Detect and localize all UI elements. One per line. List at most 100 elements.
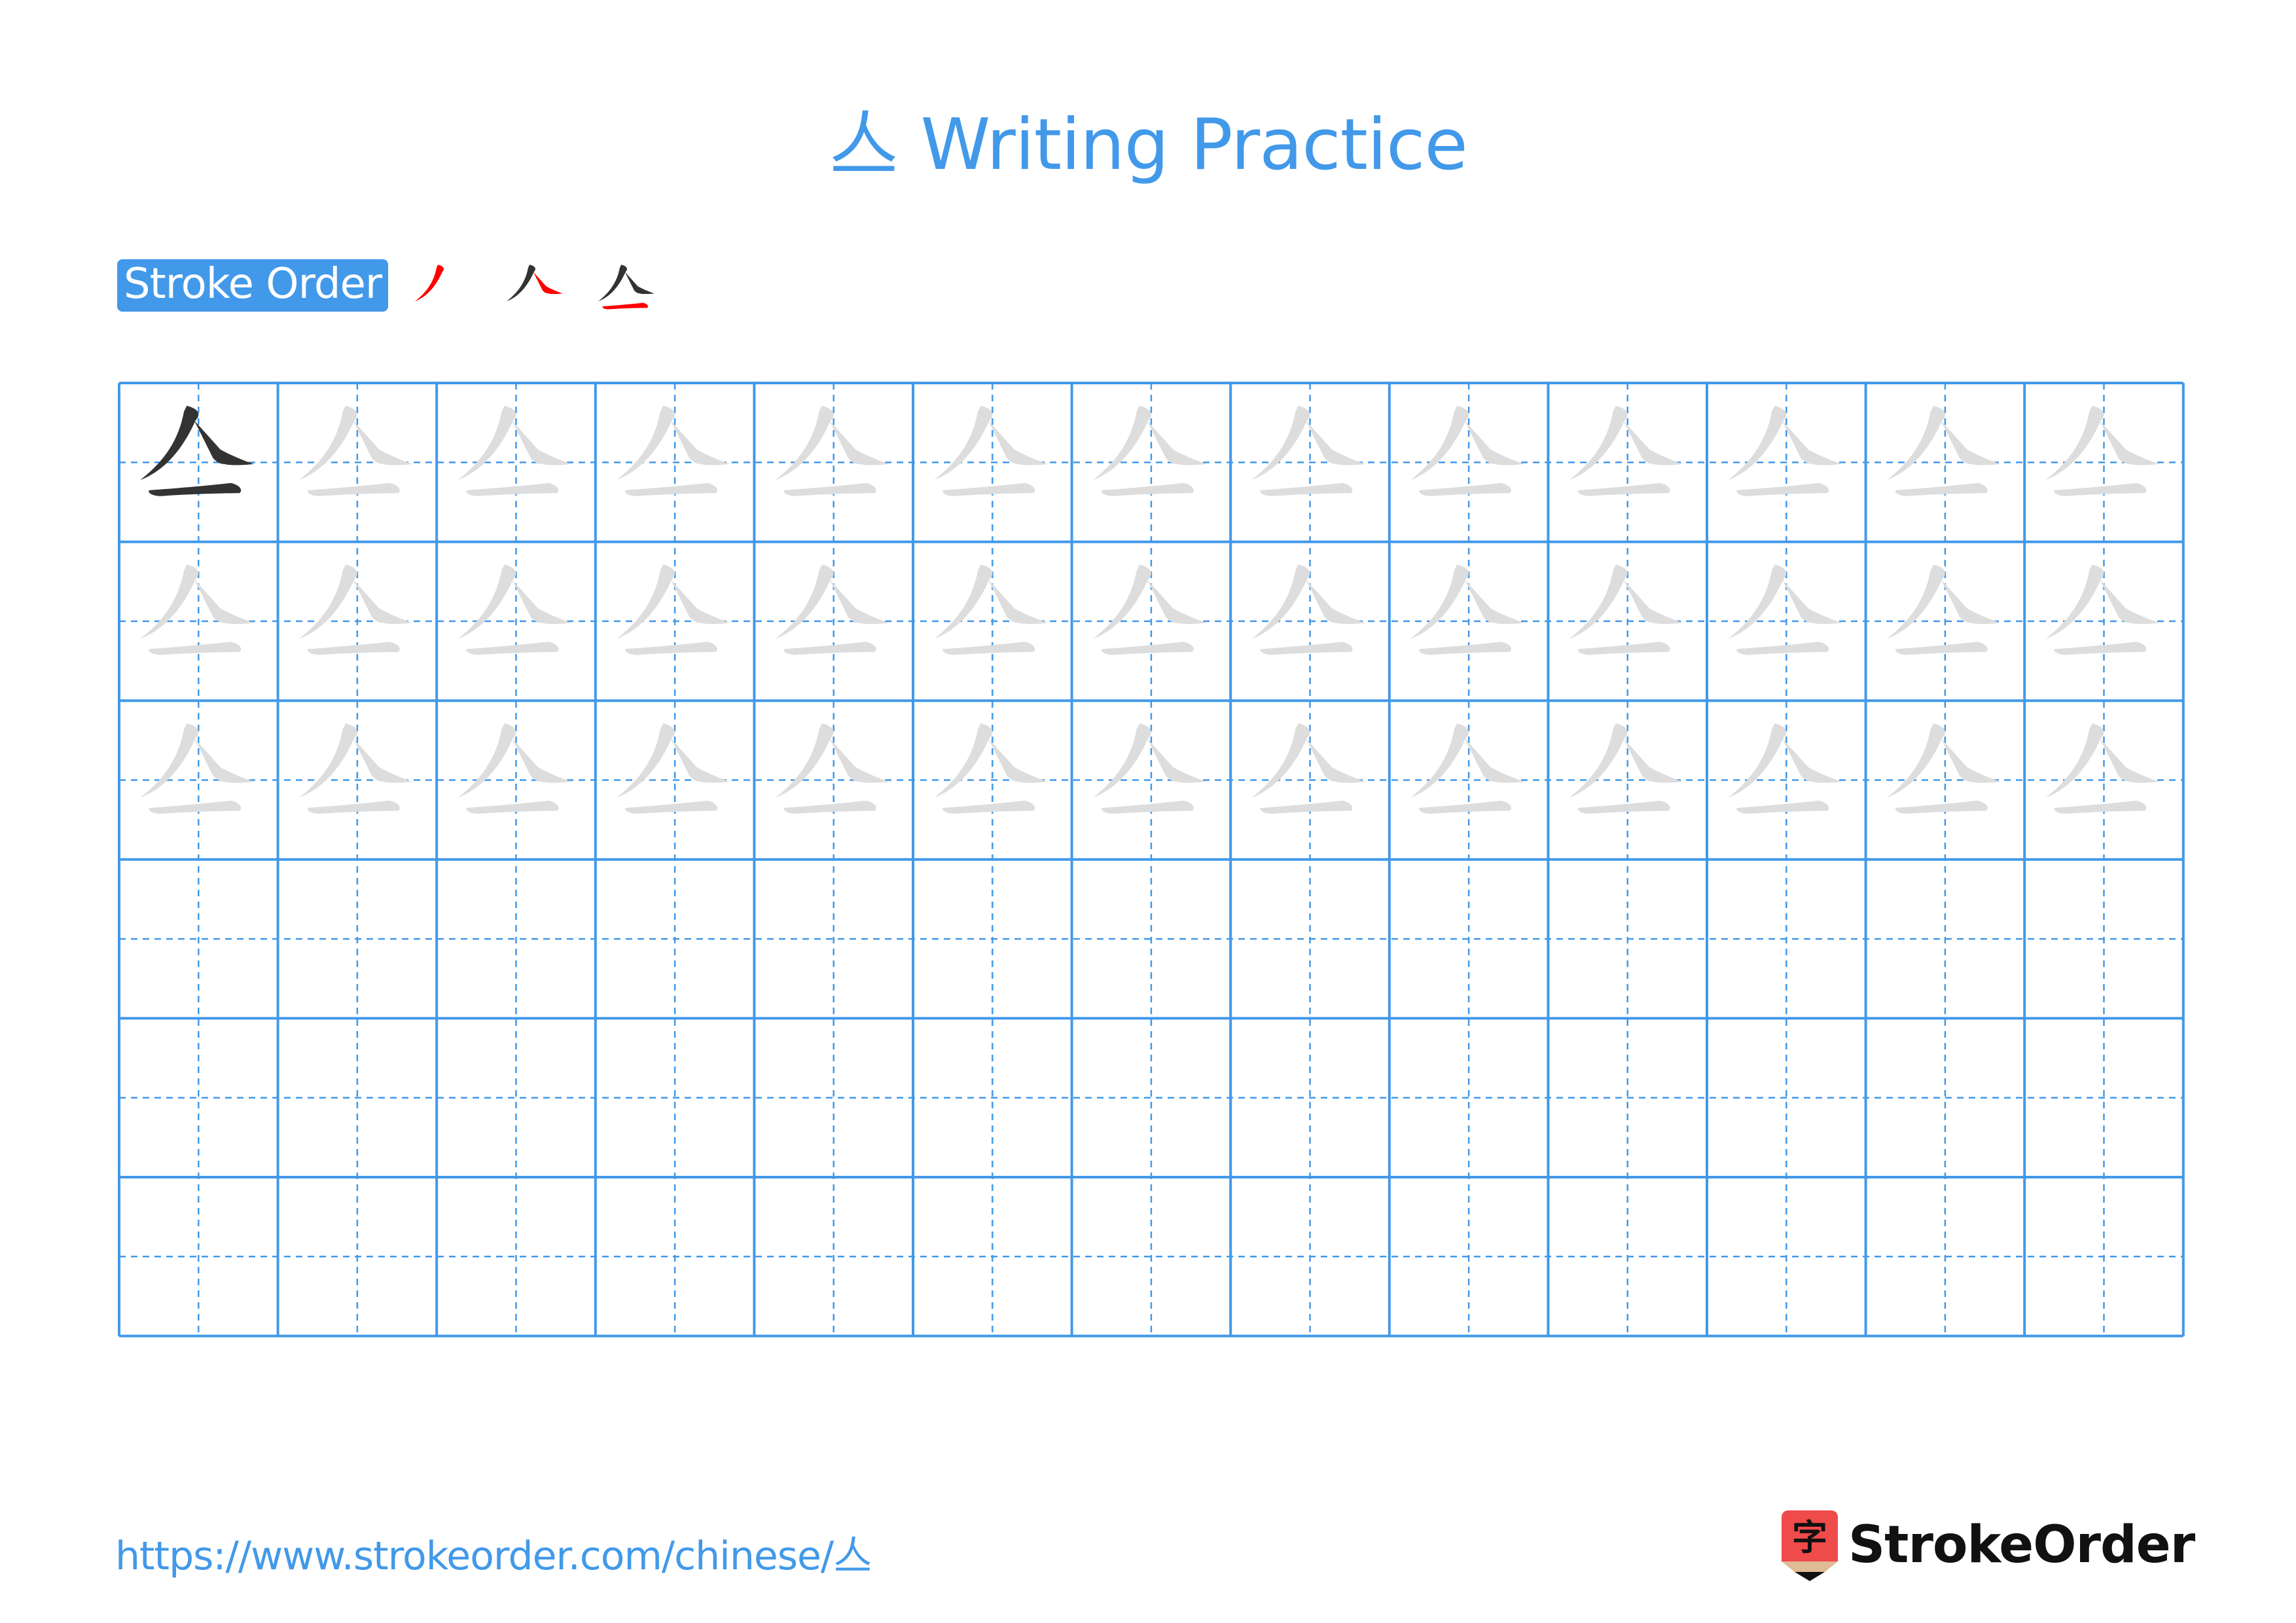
char-stroke-1	[1410, 564, 1469, 639]
trace-character	[1569, 723, 1683, 814]
trace-character	[934, 564, 1048, 655]
char-stroke-2	[670, 579, 730, 625]
footer-url-link[interactable]: https://www.strokeorder.com/chinese/亼	[115, 1524, 872, 1581]
trace-character	[1251, 564, 1366, 655]
char-stroke-3	[149, 483, 242, 496]
char-stroke-1	[1569, 405, 1628, 481]
char-stroke-3	[466, 642, 559, 655]
stroke-step-3	[591, 256, 663, 328]
trace-character	[1410, 723, 1524, 814]
char-stroke-1	[2045, 564, 2104, 639]
char-stroke-2	[2099, 738, 2160, 783]
practice-grid	[118, 382, 2185, 1338]
stroke-step-1-glyph	[415, 264, 444, 302]
trace-character	[1092, 723, 1207, 814]
char-stroke-3	[1577, 800, 1670, 814]
char-stroke-2	[194, 420, 254, 465]
char-stroke-2	[1305, 420, 1366, 465]
char-stroke-3	[625, 483, 718, 496]
trace-character	[1886, 564, 2001, 655]
char-stroke-3	[625, 642, 718, 655]
char-stroke-3	[1260, 642, 1353, 655]
trace-character	[457, 564, 572, 655]
char-stroke-3	[1260, 800, 1353, 814]
char-stroke-2	[194, 579, 254, 625]
char-stroke-2	[2099, 579, 2160, 625]
trace-character	[1569, 564, 1683, 655]
char-stroke-1	[1410, 405, 1469, 481]
char-stroke-1	[298, 723, 357, 798]
char-stroke-1	[1886, 405, 1945, 481]
char-stroke-2	[1782, 738, 1842, 783]
glyph-stroke-1	[507, 264, 536, 302]
char-stroke-2	[829, 420, 889, 465]
char-stroke-1	[2045, 723, 2104, 798]
char-stroke-3	[1101, 642, 1194, 655]
char-stroke-1	[617, 405, 675, 481]
char-stroke-3	[942, 642, 1035, 655]
stroke-step-2-glyph	[507, 264, 563, 302]
model-character	[140, 405, 254, 496]
char-stroke-1	[934, 405, 993, 481]
char-stroke-3	[149, 642, 242, 655]
char-stroke-2	[1147, 579, 1207, 625]
char-stroke-2	[1941, 579, 2001, 625]
char-stroke-1	[1092, 723, 1151, 798]
char-stroke-2	[1623, 420, 1683, 465]
char-stroke-1	[934, 564, 993, 639]
char-stroke-1	[298, 564, 357, 639]
char-stroke-2	[1464, 738, 1524, 783]
char-stroke-3	[1895, 800, 1988, 814]
trace-character	[140, 564, 254, 655]
char-stroke-1	[1251, 723, 1310, 798]
char-stroke-1	[1728, 564, 1787, 639]
char-stroke-2	[194, 738, 254, 783]
char-stroke-3	[1101, 483, 1194, 496]
char-stroke-1	[617, 564, 675, 639]
trace-character	[1092, 405, 1207, 496]
char-stroke-2	[1941, 738, 2001, 783]
char-stroke-3	[942, 483, 1035, 496]
trace-character	[1410, 564, 1524, 655]
char-stroke-1	[140, 564, 199, 639]
char-stroke-3	[2054, 800, 2147, 814]
char-stroke-3	[783, 642, 876, 655]
char-stroke-2	[1147, 738, 1207, 783]
char-stroke-3	[307, 483, 400, 496]
char-stroke-1	[2045, 405, 2104, 481]
glyph-stroke-3	[602, 302, 649, 310]
char-stroke-3	[2054, 483, 2147, 496]
trace-character	[1728, 564, 1842, 655]
char-stroke-1	[1251, 405, 1310, 481]
brand-logo[interactable]: 字 StrokeOrder	[1780, 1509, 2195, 1581]
char-stroke-2	[1464, 420, 1524, 465]
char-stroke-2	[353, 579, 413, 625]
char-stroke-1	[1728, 405, 1787, 481]
trace-character	[934, 723, 1048, 814]
char-stroke-2	[1305, 579, 1366, 625]
trace-character	[1251, 405, 1366, 496]
char-stroke-2	[511, 420, 572, 465]
char-stroke-1	[140, 723, 199, 798]
char-stroke-2	[1623, 738, 1683, 783]
trace-character	[457, 405, 572, 496]
logo-glyph: 字	[1792, 1517, 1827, 1558]
trace-character	[1886, 405, 2001, 496]
char-stroke-3	[307, 642, 400, 655]
trace-character	[1092, 564, 1207, 655]
trace-character	[2045, 564, 2160, 655]
char-stroke-1	[1410, 723, 1469, 798]
stroke-step-1	[408, 256, 480, 328]
glyph-stroke-2	[533, 272, 563, 295]
stroke-order-row: Stroke Order	[117, 259, 663, 312]
char-stroke-3	[307, 800, 400, 814]
char-stroke-1	[1886, 564, 1945, 639]
trace-character	[1569, 405, 1683, 496]
trace-character	[298, 564, 413, 655]
trace-character	[1886, 723, 2001, 814]
char-stroke-1	[775, 564, 834, 639]
trace-character	[457, 723, 572, 814]
char-stroke-2	[511, 579, 572, 625]
trace-character	[140, 723, 254, 814]
glyph-stroke-1	[415, 264, 444, 302]
